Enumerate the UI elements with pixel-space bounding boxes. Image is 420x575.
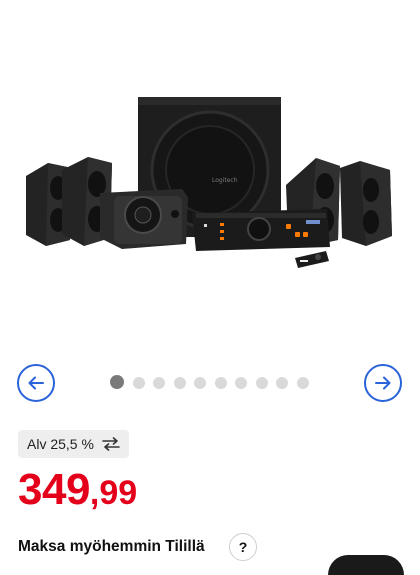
carousel-dot[interactable] bbox=[235, 376, 247, 389]
carousel-dot[interactable] bbox=[276, 376, 288, 389]
brand-logo: Logitech bbox=[212, 177, 238, 184]
next-image-button[interactable] bbox=[364, 364, 402, 402]
carousel-dot[interactable] bbox=[194, 376, 206, 389]
carousel-dot[interactable] bbox=[173, 376, 186, 389]
arrow-right-icon bbox=[375, 376, 391, 390]
carousel-dot[interactable] bbox=[132, 376, 145, 389]
vat-toggle[interactable]: Alv 25,5 % bbox=[18, 430, 129, 458]
carousel-dot[interactable] bbox=[153, 376, 165, 389]
product-image-gallery[interactable]: Logitech bbox=[0, 0, 420, 345]
carousel-dots bbox=[110, 375, 317, 389]
price-euros: 349 bbox=[18, 465, 90, 514]
carousel-dot[interactable] bbox=[296, 376, 309, 389]
product-price: 349,99 bbox=[18, 468, 137, 512]
carousel-dot-active[interactable] bbox=[110, 375, 124, 389]
arrow-left-icon bbox=[28, 376, 44, 390]
carousel-dot[interactable] bbox=[255, 376, 268, 389]
swap-arrows-icon bbox=[102, 437, 120, 451]
pay-later-label: Maksa myöhemmin Tilillä bbox=[18, 538, 205, 555]
floating-action-button[interactable] bbox=[328, 555, 404, 575]
vat-label: Alv 25,5 % bbox=[27, 436, 94, 452]
product-image: Logitech bbox=[26, 97, 392, 268]
pay-later-help-button[interactable]: ? bbox=[229, 533, 257, 561]
price-cents: ,99 bbox=[89, 474, 138, 512]
previous-image-button[interactable] bbox=[17, 364, 55, 402]
carousel-dot[interactable] bbox=[214, 376, 227, 389]
